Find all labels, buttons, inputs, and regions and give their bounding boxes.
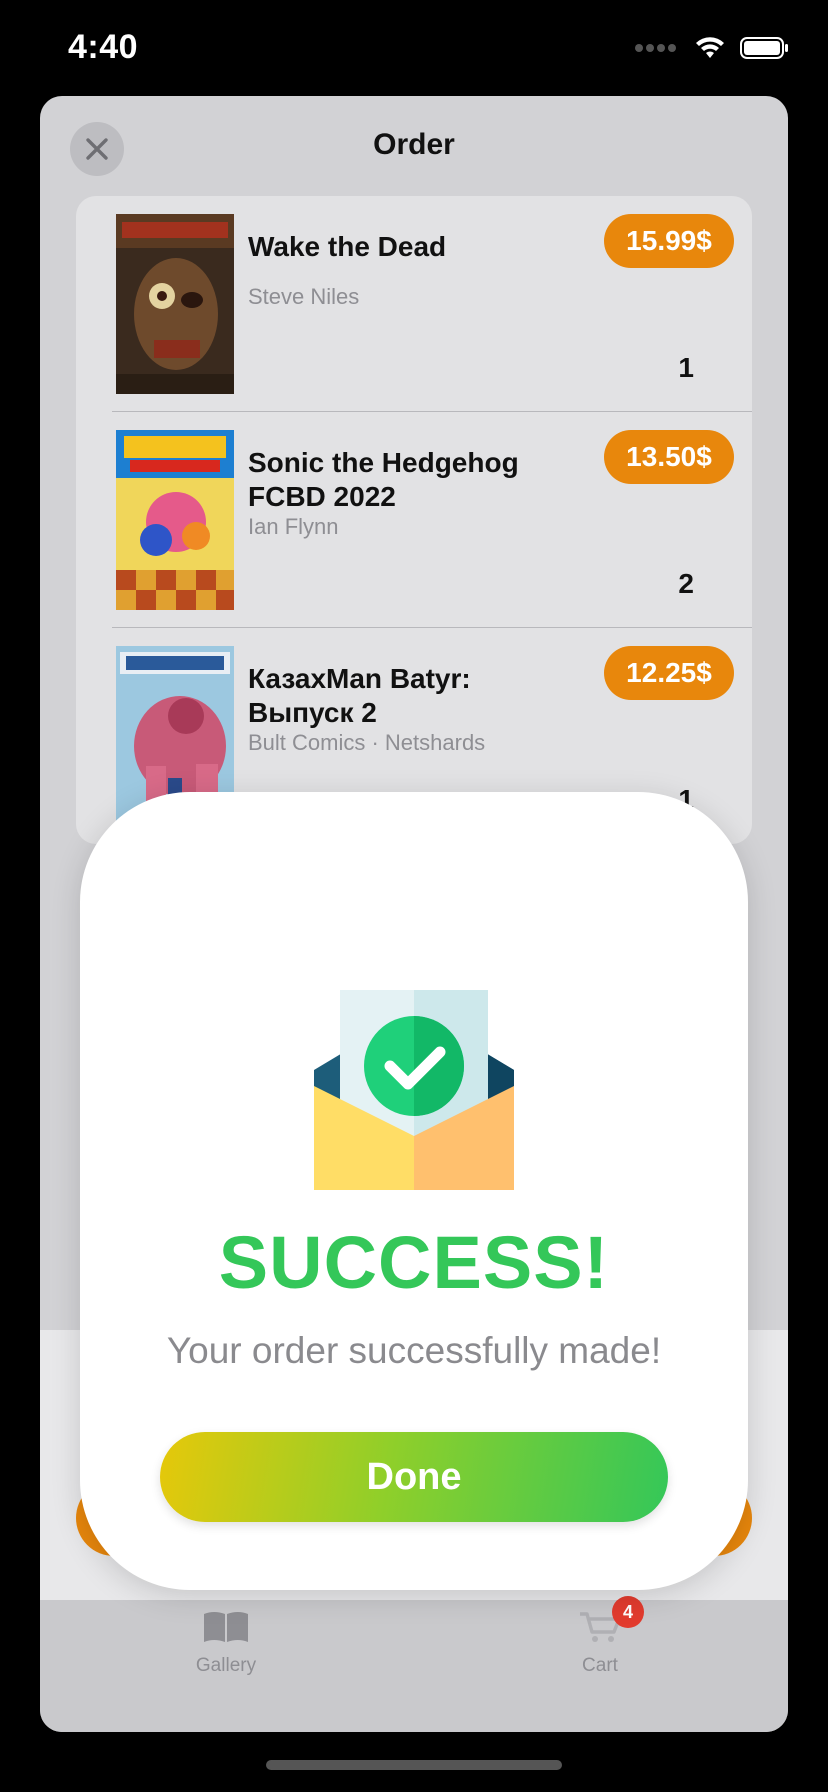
tab-gallery-label: Gallery (195, 1655, 257, 1676)
done-button[interactable]: Done (160, 1432, 668, 1522)
tab-bar: Gallery Cart 4 (40, 1596, 788, 1732)
order-item-sonic[interactable]: Sonic the Hedgehog FCBD 2022 Ian Flynn 1… (76, 412, 752, 628)
item-quantity: 2 (678, 568, 694, 599)
tab-gallery[interactable]: Gallery (126, 1600, 326, 1677)
order-list: Wake the Dead Steve Niles 15.99$ 1 Sonic… (76, 196, 752, 844)
book-icon (204, 1612, 248, 1642)
item-author: Steve Niles (248, 284, 360, 309)
item-author: Bult Comics · Netshards (248, 730, 486, 755)
battery-icon (740, 37, 788, 59)
tab-cart-label: Cart (582, 1655, 618, 1676)
status-icons (634, 36, 790, 60)
item-author: Ian Flynn (248, 514, 339, 539)
wifi-icon (696, 37, 724, 58)
item-quantity: 1 (678, 352, 694, 383)
status-bar: 4:40 (0, 0, 828, 96)
comic-cover (116, 430, 234, 610)
tab-cart[interactable]: Cart 4 (500, 1596, 700, 1677)
success-heading: SUCCESS! (218, 1221, 610, 1304)
price-badge: 13.50$ (604, 430, 734, 484)
item-title: Sonic the Hedgehog FCBD 2022 (248, 447, 519, 512)
item-title: КазахMan Batyr: Выпуск 2 (248, 663, 471, 728)
success-dialog: SUCCESS! Your order successfully made! D… (80, 792, 748, 1590)
home-indicator[interactable] (266, 1760, 562, 1770)
item-title: Wake the Dead (248, 231, 447, 262)
status-time: 4:40 (68, 28, 139, 66)
comic-cover (116, 214, 234, 394)
envelope-check-icon (314, 990, 514, 1190)
order-item-wake-the-dead[interactable]: Wake the Dead Steve Niles 15.99$ 1 (76, 196, 752, 412)
success-message: Your order successfully made! (166, 1330, 662, 1371)
signal-icon (635, 44, 676, 52)
price-badge: 15.99$ (604, 214, 734, 268)
sheet-title: Order (373, 128, 455, 161)
price-badge: 12.25$ (604, 646, 734, 700)
cart-badge: 4 (612, 1596, 644, 1628)
